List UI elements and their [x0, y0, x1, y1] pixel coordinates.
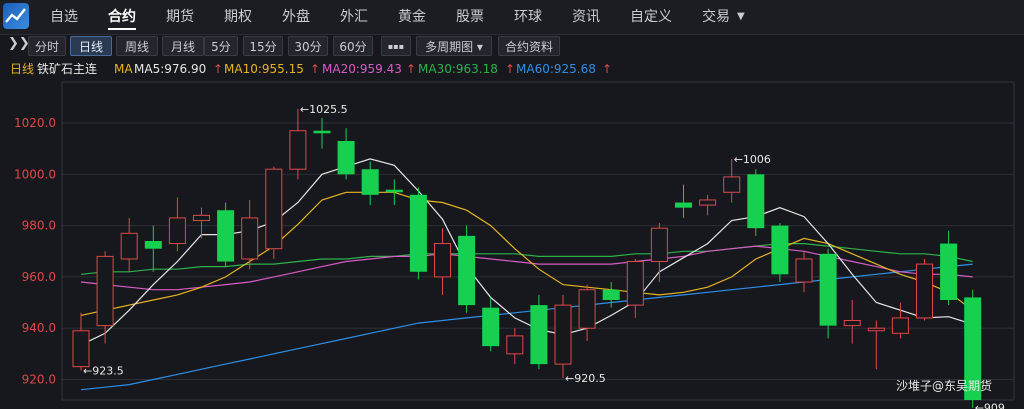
- ma5-value: MA5:976.90: [134, 62, 207, 76]
- candle-body: [434, 243, 451, 278]
- y-tick-label: 980.0: [22, 219, 56, 233]
- y-tick-label: 920.0: [22, 372, 56, 386]
- candle-body: [530, 305, 548, 365]
- nav-item[interactable]: 股票: [456, 0, 484, 34]
- candle-body: [289, 130, 307, 170]
- top-navigation: 自选 合约 期货 期权 外盘 外汇 黄金 股票 环球 资讯 自定义 交易 ▼: [0, 0, 1024, 35]
- period-button[interactable]: 60分: [333, 36, 373, 56]
- y-tick-label: 1000.0: [14, 167, 56, 181]
- price-annotation: ←1006: [734, 153, 771, 166]
- period-toolbar: 分时 日线 周线 月线 5分 15分 30分 60分 ▪▪▪ 多周期图 ▾ 合约资料: [0, 35, 1024, 57]
- period-button[interactable]: 日线: [70, 36, 112, 56]
- period-button[interactable]: 15分: [243, 36, 283, 56]
- ma10-line: [80, 191, 974, 316]
- candle-body: [602, 289, 620, 300]
- candle-body: [217, 210, 235, 262]
- nav-item[interactable]: 期权: [224, 0, 252, 34]
- price-annotation: ←920.5: [565, 372, 606, 385]
- candle-body: [120, 232, 138, 260]
- candle-body: [843, 320, 861, 327]
- arrow-up-icon: ↑: [310, 62, 321, 76]
- candle-body: [409, 194, 427, 272]
- ma20-line: [80, 245, 973, 291]
- nav-item[interactable]: 外盘: [282, 0, 310, 34]
- ma60-value: MA60:925.68: [516, 62, 596, 76]
- candle-body: [916, 263, 933, 319]
- candle-body: [723, 176, 741, 193]
- candle-body: [867, 327, 885, 332]
- candle-body: [96, 255, 114, 327]
- candle-body: [699, 199, 717, 206]
- candle-body: [626, 261, 644, 306]
- candle-body: [650, 227, 668, 263]
- app-logo-icon: [3, 3, 29, 29]
- period-button[interactable]: 周线: [116, 36, 158, 56]
- candle-body: [771, 225, 789, 275]
- ma10-value: MA10:955.15: [224, 62, 304, 76]
- nav-item[interactable]: 外汇: [340, 0, 368, 34]
- y-tick-label: 940.0: [22, 321, 56, 335]
- candle-body: [385, 189, 403, 193]
- period-button[interactable]: 分时: [28, 36, 66, 56]
- candle-body: [819, 253, 837, 326]
- candle-body: [72, 330, 90, 368]
- arrow-up-icon: ↑: [602, 62, 613, 76]
- candle-body: [361, 169, 379, 195]
- candle-body: [578, 289, 596, 329]
- candle-body: [482, 307, 500, 347]
- nav-item[interactable]: 合约: [108, 0, 136, 34]
- period-button[interactable]: 30分: [288, 36, 328, 56]
- multi-period-dropdown[interactable]: 多周期图 ▾: [416, 36, 492, 56]
- nav-item[interactable]: 自选: [50, 0, 78, 34]
- nav-item[interactable]: 资讯: [572, 0, 600, 34]
- more-options-button[interactable]: ▪▪▪: [381, 36, 411, 56]
- candle-body: [313, 130, 331, 134]
- price-annotation: ←1025.5: [300, 103, 348, 116]
- price-annotation: ←909: [975, 402, 1005, 409]
- moving-average-legend: 日线 铁矿石主连 MA MA5:976.90 ↑ MA10:955.15 ↑ M…: [0, 59, 1024, 79]
- nav-item[interactable]: 黄金: [398, 0, 426, 34]
- symbol-label: 铁矿石主连: [37, 62, 98, 76]
- candle-body: [554, 304, 572, 365]
- price-annotation: ←923.5: [83, 365, 124, 378]
- watermark: 沙堆子@东吴期货: [896, 379, 993, 393]
- candle-body: [337, 140, 355, 175]
- candlestick-chart[interactable]: 920.0 940.0 960.0 980.0 1000.0 1020.0 ←1025.5 ←…: [0, 80, 1024, 409]
- multi-period-label: 多周期图: [425, 40, 474, 54]
- nav-item[interactable]: 环球: [514, 0, 542, 34]
- arrow-up-icon: ↑: [406, 62, 417, 76]
- y-tick-label: 1020.0: [14, 116, 56, 130]
- period-label: 日线: [10, 62, 35, 76]
- ma20-value: MA20:959.43: [322, 62, 402, 76]
- arrow-up-icon: ↑: [213, 62, 224, 76]
- y-tick-label: 960.0: [22, 270, 56, 284]
- ma5-line: [80, 158, 973, 346]
- chevron-down-icon[interactable]: ▼: [737, 0, 745, 34]
- candle-body: [795, 258, 813, 283]
- ma-prefix-label: MA: [114, 62, 133, 76]
- nav-item[interactable]: 自定义: [630, 0, 672, 34]
- ma60-line: [80, 263, 973, 391]
- candle-body: [241, 217, 259, 260]
- chevron-down-icon: ▾: [473, 40, 483, 54]
- contract-info-button[interactable]: 合约资料: [498, 36, 560, 56]
- candle-body: [458, 235, 476, 306]
- candle-body: [747, 174, 765, 229]
- candle-body: [168, 217, 186, 245]
- candle-body: [506, 335, 524, 355]
- candle-body: [265, 168, 283, 250]
- arrow-up-icon: ↑: [505, 62, 516, 76]
- candle-body: [675, 202, 692, 208]
- nav-item[interactable]: 期货: [166, 0, 194, 34]
- candle-body: [891, 317, 909, 334]
- candle-body: [940, 243, 958, 300]
- candle-body: [144, 241, 162, 249]
- period-button[interactable]: 5分: [204, 36, 238, 56]
- candle-body: [193, 214, 210, 221]
- nav-item[interactable]: 交易: [702, 0, 730, 34]
- ma30-value: MA30:963.18: [418, 62, 498, 76]
- period-button[interactable]: 月线: [162, 36, 204, 56]
